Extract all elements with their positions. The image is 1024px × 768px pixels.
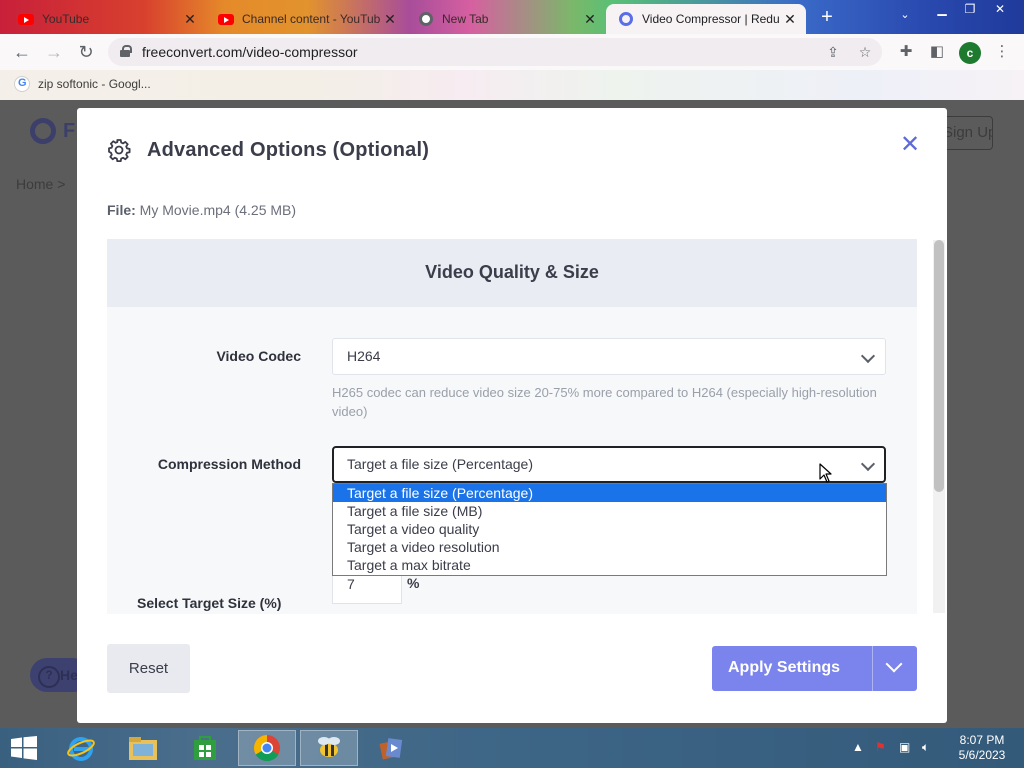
chrome-icon[interactable] bbox=[238, 730, 296, 766]
clock-time: 8:07 PM bbox=[959, 733, 1005, 747]
minimize-icon[interactable]: ▁ bbox=[928, 0, 956, 18]
compression-method-select[interactable]: Target a file size (Percentage) bbox=[332, 446, 886, 483]
button-divider bbox=[872, 646, 873, 691]
bookmarks-bar: zip softonic - Googl... bbox=[0, 70, 1024, 100]
close-icon[interactable]: ✕ bbox=[382, 11, 398, 27]
menu-kebab-icon[interactable]: ⋮ bbox=[992, 42, 1012, 62]
percent-unit: % bbox=[407, 575, 420, 591]
tab-label: Video Compressor | Redu bbox=[642, 12, 780, 26]
dropdown-option[interactable]: Target a video quality bbox=[333, 520, 886, 538]
chrome-icon bbox=[418, 11, 434, 27]
star-icon[interactable]: ☆ bbox=[856, 43, 874, 61]
freeconvert-icon bbox=[618, 11, 634, 27]
close-icon[interactable]: ✕ bbox=[782, 11, 798, 27]
tray-expand-icon[interactable]: ▲ bbox=[852, 740, 864, 754]
dropdown-option[interactable]: Target a file size (MB) bbox=[333, 502, 886, 520]
new-tab-button[interactable]: + bbox=[816, 6, 838, 28]
site-logo-text: F bbox=[63, 120, 76, 142]
internet-explorer-icon[interactable] bbox=[52, 730, 110, 766]
browser-toolbar: ← → ↻ freeconvert.com/video-compressor ⇪… bbox=[0, 34, 1024, 70]
dropdown-option[interactable]: Target a file size (Percentage) bbox=[333, 484, 886, 502]
scrollbar-thumb[interactable] bbox=[934, 240, 944, 492]
sign-up-label: Sign Up bbox=[943, 124, 993, 141]
store-icon[interactable] bbox=[176, 730, 234, 766]
help-label: He bbox=[60, 667, 78, 683]
share-icon[interactable]: ⇪ bbox=[824, 43, 842, 61]
lock-icon bbox=[120, 45, 132, 57]
volume-icon[interactable]: 🔈︎ bbox=[922, 740, 929, 755]
tab-youtube[interactable]: YouTube ✕ bbox=[6, 4, 206, 34]
video-codec-value: H264 bbox=[347, 348, 381, 364]
compression-method-dropdown[interactable]: Target a file size (Percentage) Target a… bbox=[332, 483, 887, 576]
file-info: File: My Movie.mp4 (4.25 MB) bbox=[107, 202, 296, 218]
apply-settings-button[interactable]: Apply Settings bbox=[712, 646, 917, 691]
youtube-icon bbox=[218, 11, 234, 27]
reload-icon[interactable]: ↻ bbox=[74, 40, 98, 64]
target-size-value: 7 bbox=[347, 576, 355, 592]
target-size-label: Select Target Size (%) bbox=[137, 595, 282, 611]
bookmark-label: zip softonic - Googl... bbox=[38, 77, 151, 91]
tab-new-tab[interactable]: New Tab ✕ bbox=[406, 4, 606, 34]
google-icon bbox=[14, 76, 30, 92]
modal-title: Advanced Options (Optional) bbox=[147, 138, 430, 161]
reset-button[interactable]: Reset bbox=[107, 644, 190, 693]
modal-scrollbar[interactable] bbox=[933, 240, 945, 613]
video-codec-select[interactable]: H264 bbox=[332, 338, 886, 375]
dropdown-option[interactable]: Target a video resolution bbox=[333, 538, 886, 556]
chevron-down-icon[interactable] bbox=[885, 655, 903, 673]
dropdown-option[interactable]: Target a max bitrate bbox=[333, 556, 886, 574]
close-icon[interactable]: ✕ bbox=[899, 133, 921, 157]
gear-icon bbox=[108, 139, 131, 162]
file-explorer-icon[interactable] bbox=[114, 730, 172, 766]
tab-video-compressor[interactable]: Video Compressor | Redu ✕ bbox=[606, 4, 806, 34]
forward-arrow-icon[interactable]: → bbox=[42, 40, 66, 64]
compression-method-label: Compression Method bbox=[157, 456, 301, 472]
tab-label: New Tab bbox=[442, 12, 489, 26]
tab-label: YouTube bbox=[42, 12, 90, 26]
tab-strip: YouTube ✕ Channel content - YouTub ✕ New… bbox=[0, 0, 1024, 34]
modal-header: Advanced Options (Optional) bbox=[107, 138, 429, 162]
window-close-icon[interactable]: ✕ bbox=[986, 0, 1014, 18]
tab-search-icon[interactable]: ⌄ bbox=[896, 8, 914, 26]
advanced-options-modal: Advanced Options (Optional) ✕ File: My M… bbox=[77, 108, 947, 723]
address-bar[interactable]: freeconvert.com/video-compressor ⇪ ☆ bbox=[108, 38, 882, 66]
side-panel-icon[interactable]: ◧ bbox=[927, 42, 947, 62]
mouse-cursor-icon bbox=[819, 463, 832, 483]
extensions-icon[interactable]: ✚ bbox=[896, 42, 916, 62]
tab-label: Channel content - YouTub bbox=[242, 12, 381, 26]
bookmark-item[interactable]: zip softonic - Googl... bbox=[14, 76, 151, 92]
restore-icon[interactable]: ❐ bbox=[956, 0, 984, 18]
url-text: freeconvert.com/video-compressor bbox=[142, 44, 358, 60]
sign-up-button: Sign Up bbox=[940, 116, 993, 150]
video-codec-label: Video Codec bbox=[216, 348, 301, 364]
chevron-down-icon bbox=[860, 456, 876, 472]
tab-channel-content[interactable]: Channel content - YouTub ✕ bbox=[206, 4, 406, 34]
bee-app-icon[interactable] bbox=[300, 730, 358, 766]
media-app-icon[interactable] bbox=[362, 730, 420, 766]
section-title: Video Quality & Size bbox=[107, 239, 917, 307]
action-center-flag-icon[interactable]: ⚑ bbox=[875, 740, 886, 754]
back-arrow-icon[interactable]: ← bbox=[10, 40, 34, 64]
close-icon[interactable]: ✕ bbox=[582, 11, 598, 27]
file-value: My Movie.mp4 (4.25 MB) bbox=[139, 202, 297, 218]
windows-taskbar: ▲ ⚑ ▣ 🔈︎ 8:07 PM 5/6/2023 bbox=[0, 728, 1024, 768]
breadcrumb: Home > bbox=[16, 176, 66, 192]
close-icon[interactable]: ✕ bbox=[182, 11, 198, 27]
compression-method-value: Target a file size (Percentage) bbox=[347, 456, 533, 472]
clock-date: 5/6/2023 bbox=[958, 748, 1006, 762]
apply-settings-label: Apply Settings bbox=[728, 659, 841, 676]
system-clock[interactable]: 8:07 PM 5/6/2023 bbox=[950, 733, 1014, 763]
freeconvert-logo-icon bbox=[30, 118, 56, 144]
chevron-down-icon bbox=[860, 348, 876, 364]
youtube-icon bbox=[18, 11, 34, 27]
network-icon[interactable]: ▣ bbox=[899, 740, 910, 754]
file-label: File: bbox=[107, 202, 136, 218]
codec-help-text: H265 codec can reduce video size 20-75% … bbox=[332, 385, 877, 419]
windows-start-icon[interactable] bbox=[10, 736, 38, 760]
profile-avatar[interactable]: c bbox=[959, 42, 981, 64]
